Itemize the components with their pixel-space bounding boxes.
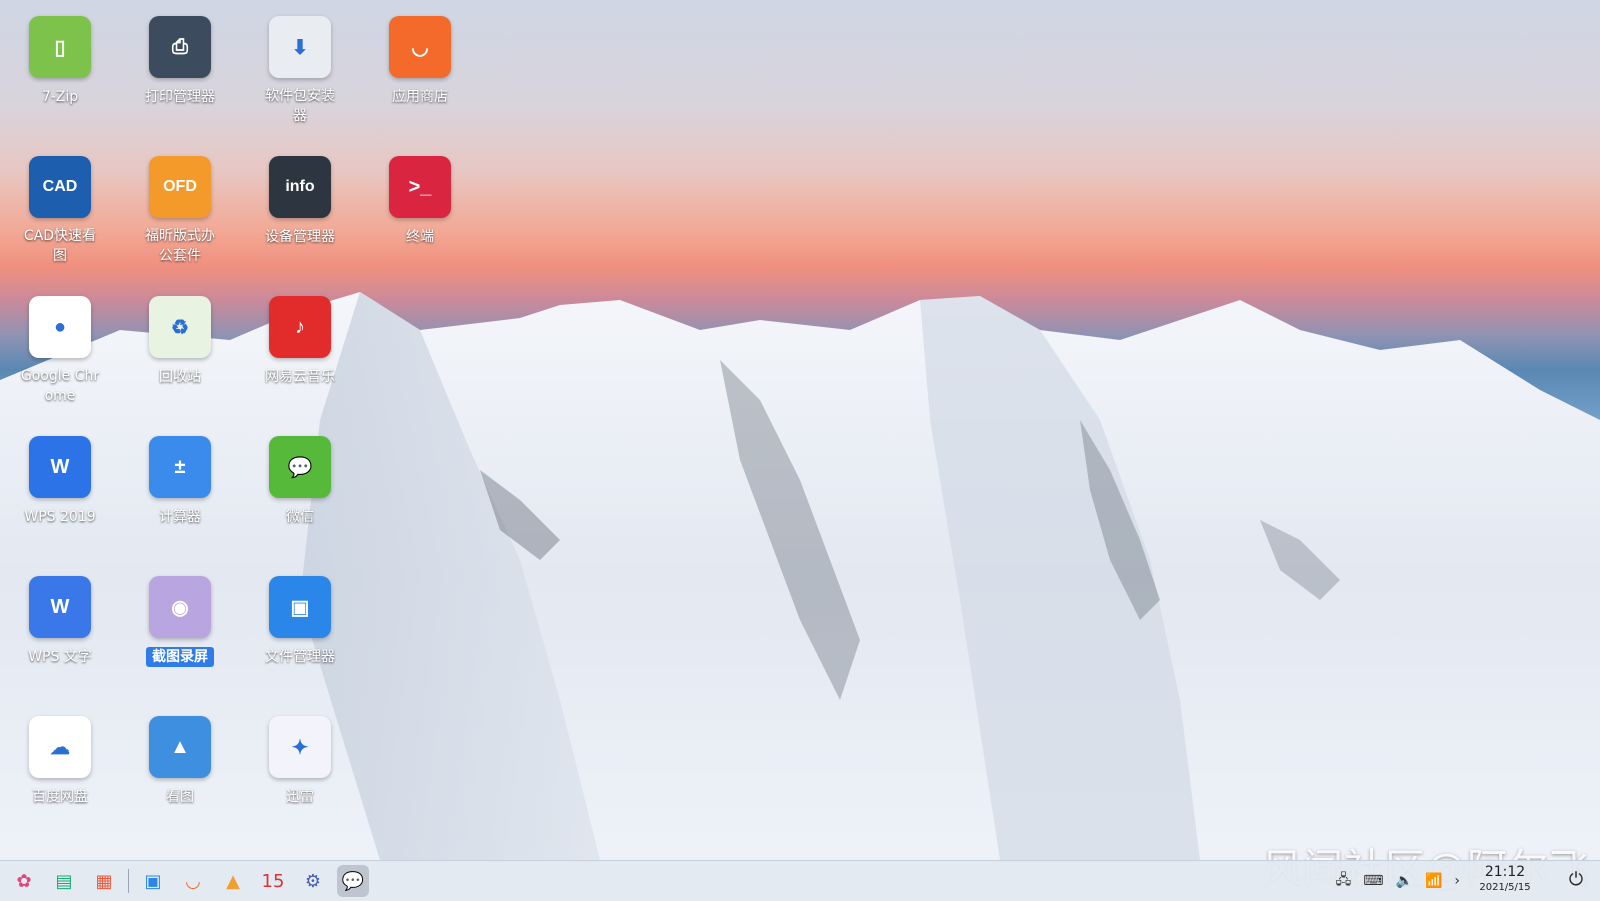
snow-mountain-wallpaper xyxy=(0,292,1600,860)
multitask-view-icon[interactable]: ▤ xyxy=(48,865,80,897)
power-icon[interactable]: ⏻ xyxy=(1564,869,1588,893)
desktop-icon[interactable]: ⎙ 打印管理器 xyxy=(124,2,236,132)
zip-archive-icon: ▯ xyxy=(29,16,91,78)
desktop-icon[interactable]: W WPS 2019 xyxy=(4,422,116,552)
keyboard-icon[interactable]: ⌨ xyxy=(1363,873,1383,889)
desktop-icon[interactable]: ♻ 回收站 xyxy=(124,282,236,412)
wechat-taskbar-icon[interactable]: 💬 xyxy=(337,865,369,897)
chrome-icon: ● xyxy=(29,296,91,358)
desktop-icon[interactable]: ▣ 文件管理器 xyxy=(244,562,356,692)
package-install-icon: ⬇ xyxy=(269,16,331,78)
app-store-taskbar-icon[interactable]: ◡ xyxy=(177,865,209,897)
wps-writer-icon: W xyxy=(29,576,91,638)
image-viewer-taskbar-icon[interactable]: ▲ xyxy=(217,865,249,897)
desktop-icon-label: 微信 xyxy=(286,509,314,525)
desktop-icon[interactable]: ♪ 网易云音乐 xyxy=(244,282,356,412)
desktop-icon[interactable]: CAD CAD快速看图 xyxy=(4,142,116,272)
desktop-icon-label: 文件管理器 xyxy=(265,649,335,665)
desktop-icon-label: 截图录屏 xyxy=(146,647,214,667)
taskbar-app-list: ✿ ▤ ▦ ▣ ◡ ▲ 15 ⚙ 💬 xyxy=(0,865,369,897)
netease-music-icon: ♪ xyxy=(269,296,331,358)
wifi-icon[interactable]: 📶 xyxy=(1425,873,1442,889)
desktop-icon[interactable]: ● Google Chrome xyxy=(4,282,116,412)
desktop-icon[interactable]: ◡ 应用商店 xyxy=(364,2,476,132)
desktop-icon[interactable]: >_ 终端 xyxy=(364,142,476,272)
clock[interactable]: 21:12 2021/5/15 xyxy=(1470,863,1540,895)
clock-date: 2021/5/15 xyxy=(1479,882,1531,893)
wps-2019-icon: W xyxy=(29,436,91,498)
desktop-icon-label: CAD快速看图 xyxy=(23,228,97,264)
desktop-icon[interactable]: ✦ 迅雷 xyxy=(244,702,356,832)
calculator-icon: ± xyxy=(149,436,211,498)
desktop-icon-label: 网易云音乐 xyxy=(265,369,335,385)
taskbar: ✿ ▤ ▦ ▣ ◡ ▲ 15 ⚙ 💬 🖧 ⌨ 🔈 📶 › 21:12 2021/5/15 ⏻ xyxy=(0,860,1600,901)
app-grid-icon[interactable]: ▦ xyxy=(88,865,120,897)
desktop-icon[interactable]: 💬 微信 xyxy=(244,422,356,552)
desktop-icon-label: 计算器 xyxy=(159,509,201,525)
desktop-icon-label: Google Chrome xyxy=(20,368,100,404)
desktop-icon-label: WPS 文字 xyxy=(28,649,92,665)
app-store-bag-icon: ◡ xyxy=(389,16,451,78)
file-manager-icon: ▣ xyxy=(269,576,331,638)
cad-viewer-icon: CAD xyxy=(29,156,91,218)
device-chip-icon: info xyxy=(269,156,331,218)
desktop-icon-label: 迅雷 xyxy=(286,789,314,805)
desktop-icon-label: 终端 xyxy=(406,229,434,245)
desktop-icon-label: 设备管理器 xyxy=(265,229,335,245)
desktop-icon[interactable]: ☁ 百度网盘 xyxy=(4,702,116,832)
desktop-icon-label: 7-Zip xyxy=(41,89,79,105)
image-viewer-icon: ▲ xyxy=(149,716,211,778)
desktop-icon-label: 福昕版式办公套件 xyxy=(145,228,215,264)
desktop-icon[interactable]: ▯ 7-Zip xyxy=(4,2,116,132)
desktop-icon[interactable]: ▲ 看图 xyxy=(124,702,236,832)
desktop-icon[interactable]: ◉ 截图录屏 xyxy=(124,562,236,692)
settings-taskbar-icon[interactable]: ⚙ xyxy=(297,865,329,897)
desktop-icon-label: 应用商店 xyxy=(392,89,448,105)
file-manager-taskbar-icon[interactable]: ▣ xyxy=(137,865,169,897)
desktop-icon[interactable]: ± 计算器 xyxy=(124,422,236,552)
desktop-icon-label: 打印管理器 xyxy=(145,89,215,105)
wechat-icon: 💬 xyxy=(269,436,331,498)
desktop-icon[interactable]: OFD 福昕版式办公套件 xyxy=(124,142,236,272)
desktop-icon-label: 看图 xyxy=(166,789,194,805)
ofd-document-icon: OFD xyxy=(149,156,211,218)
baidu-netdisk-icon: ☁ xyxy=(29,716,91,778)
calendar-taskbar-icon[interactable]: 15 xyxy=(257,865,289,897)
launcher-icon[interactable]: ✿ xyxy=(8,865,40,897)
volume-icon[interactable]: 🔈 xyxy=(1396,873,1413,889)
clock-time: 21:12 xyxy=(1484,864,1526,880)
desktop-icon-label: 百度网盘 xyxy=(32,789,88,805)
taskbar-separator xyxy=(128,869,129,893)
desktop-icon-label: 软件包安装器 xyxy=(265,88,335,124)
system-tray: 🖧 ⌨ 🔈 📶 › xyxy=(1336,861,1460,901)
desktop-icon[interactable]: W WPS 文字 xyxy=(4,562,116,692)
recycle-bin-icon: ♻ xyxy=(149,296,211,358)
printer-icon: ⎙ xyxy=(149,16,211,78)
network-status-icon[interactable]: 🖧 xyxy=(1336,869,1352,893)
desktop-icon-label: 回收站 xyxy=(159,369,201,385)
xunlei-bird-icon: ✦ xyxy=(269,716,331,778)
desktop-icon[interactable]: ⬇ 软件包安装器 xyxy=(244,2,356,132)
desktop-icon[interactable]: info 设备管理器 xyxy=(244,142,356,272)
screenshot-camera-icon: ◉ xyxy=(149,576,211,638)
tray-expand-icon[interactable]: › xyxy=(1454,873,1460,889)
desktop-icon-label: WPS 2019 xyxy=(24,509,96,525)
desktop-background: ▯ 7-Zip ⎙ 打印管理器 ⬇ 软件包安装器 ◡ 应用商店 CAD CAD快速看图 OFD 福昕版… xyxy=(0,0,1600,860)
terminal-icon: >_ xyxy=(389,156,451,218)
